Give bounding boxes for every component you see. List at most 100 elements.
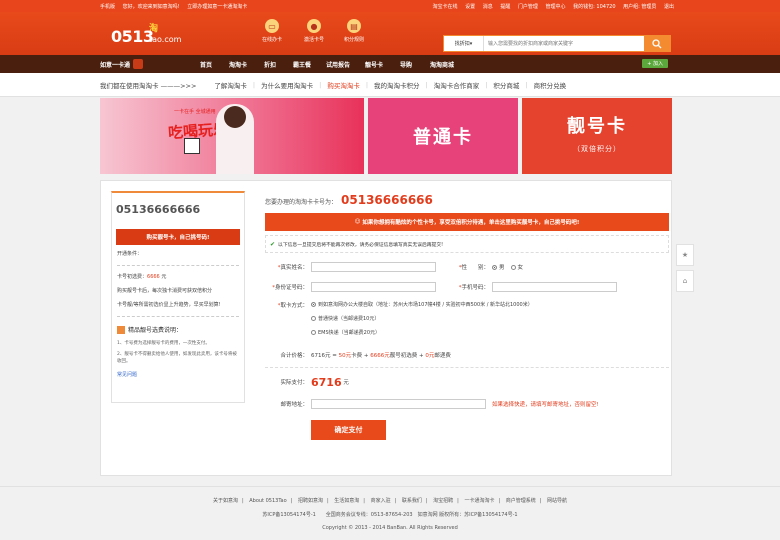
pay-amount: 6716	[311, 375, 342, 389]
sidebar-card-info: 05136666666 购买靓号卡，自己挑号码! 开通条件： 卡号初选费：666…	[111, 191, 245, 403]
topbar-wallet[interactable]: 我的钱包: 104720	[573, 4, 615, 10]
footer-link[interactable]: 生活如意淘	[334, 498, 359, 504]
qr-code-icon	[184, 138, 200, 154]
delivery-ems-radio[interactable]: EMS快递（当邮递费20元）	[311, 326, 533, 340]
faq-link[interactable]: 常见问题	[112, 367, 244, 382]
vip-card-title: 靓号卡	[567, 116, 627, 137]
subnav-item[interactable]: 为什么要用淘淘卡	[261, 80, 313, 90]
site-logo[interactable]: 淘 0513 tao.com	[103, 21, 185, 49]
subnav-item[interactable]: 商积分兑换	[534, 80, 567, 90]
delivery-pickup-radio[interactable]: 到如意淘网办公大楼自取（地址：苏州大市场107幢4楼 / 实验初中西500米 /…	[311, 298, 533, 312]
footer-link[interactable]: 一卡通淘淘卡	[464, 498, 494, 504]
price-line: 卡号初选费：6666 元	[117, 274, 167, 280]
main-nav-item[interactable]: 折扣	[254, 60, 286, 69]
search-category-select[interactable]: 找折扣 ▾	[444, 36, 484, 51]
pay-label: 实际支付：	[280, 380, 308, 386]
favorite-icon[interactable]: ★	[676, 244, 694, 266]
total-breakdown: 6716元 = 50元卡费 + 6666元靓号初选费 + 0元邮递费	[311, 353, 451, 359]
divider	[117, 265, 239, 266]
main-nav-item[interactable]: 淘淘商城	[422, 60, 462, 69]
home-icon[interactable]: ⌂	[676, 270, 694, 292]
header-nav-rules[interactable]: ▤ 积分规则	[344, 19, 364, 43]
confirm-pay-button[interactable]: 确定支付	[311, 420, 386, 440]
topbar-link-reminders[interactable]: 提醒	[500, 4, 510, 10]
footer-link[interactable]: About 0513Tao	[249, 498, 286, 504]
main-nav-item[interactable]: 霸王餐	[286, 60, 318, 69]
logo-domain: tao.com	[149, 35, 182, 44]
order-form: 您要办理的淘淘卡卡号为： 05136666666 ☺ 如果你想拥有酷炫的个性卡号，…	[265, 193, 669, 440]
float-toolbar: ★ ⌂	[676, 244, 694, 296]
search-bar: 找折扣 ▾	[443, 35, 671, 52]
header-nav-label: 积分规则	[344, 37, 365, 43]
vip-card-subtitle: （双倍积分）	[573, 145, 621, 153]
regular-card-banner[interactable]: 普通卡	[368, 98, 518, 174]
vip-promo-link[interactable]: ☺ 如果你想拥有酷炫的个性卡号，享受双倍积分待遇，单击这里购买靓号卡，自己挑号码…	[265, 213, 669, 231]
join-button[interactable]: + 加入	[642, 59, 668, 68]
footer-link[interactable]: 联系我们	[402, 498, 422, 504]
main-nav-item[interactable]: 试用报告	[318, 60, 358, 69]
topbar-link-online[interactable]: 淘宝卡在线	[432, 4, 457, 10]
mobile-link[interactable]: 手机版	[100, 4, 115, 10]
tip-icon: ☺	[354, 219, 363, 225]
apply-card-link[interactable]: 立即办理如意一卡通淘淘卡	[187, 4, 247, 10]
topbar-link-settings[interactable]: 设置	[465, 4, 475, 10]
search-input[interactable]	[484, 36, 644, 51]
topbar-link-portal[interactable]: 门户管理	[518, 4, 538, 10]
subnav-item[interactable]: 积分商城	[493, 80, 519, 90]
address-label: 邮寄地址：	[280, 402, 308, 408]
address-input[interactable]	[311, 399, 486, 409]
delivery-row: *取卡方式： 到如意淘网办公大楼自取（地址：苏州大市场107幢4楼 / 实验初中…	[265, 301, 669, 345]
welcome-text: 您好，欢迎来到如意淘吗!	[122, 3, 180, 10]
promo-banner-main[interactable]: 一卡在手 全城通用 吃喝玩乐	[100, 98, 364, 174]
footer-link[interactable]: 商家入驻	[371, 498, 391, 504]
buy-vip-button[interactable]: 购买靓号卡，自己挑号码!	[116, 229, 240, 245]
main-nav: 如意一卡通 首页 淘淘卡 折扣 霸王餐 试用报告 靓号卡 导购 淘淘商城 + 加…	[0, 55, 780, 73]
rules-icon: ▤	[347, 19, 361, 33]
card-icon: ▭	[265, 19, 279, 33]
main-nav-item[interactable]: 首页	[190, 60, 222, 69]
header-nav-apply[interactable]: ▭ 在线办卡	[262, 19, 282, 43]
footer-link[interactable]: 商户管理系统	[506, 498, 536, 504]
fee-note: 1、卡号费为选择靓号卡的费用，一次性支付。	[117, 341, 210, 346]
id-number-input[interactable]	[311, 282, 436, 292]
vip-card-banner[interactable]: 靓号卡 （双倍积分）	[522, 98, 672, 174]
form-notice: ✔ 以下信息一旦提交后将不能再次修改，请务必保证信息填写真实无误后再提交!	[265, 235, 669, 253]
gender-label: *性 别：	[458, 265, 489, 271]
delivery-label: *取卡方式：	[277, 303, 308, 309]
topbar-left: 手机版 您好，欢迎来到如意淘吗! 立即办理如意一卡通淘淘卡	[100, 3, 253, 10]
subnav-item[interactable]: 了解淘淘卡	[214, 80, 247, 90]
subnav-item-active[interactable]: 购买淘淘卡	[327, 80, 360, 90]
site-footer: 关于如意淘 | About 0513Tao | 招聘如意淘 | 生活如意淘 | 商家入驻…	[0, 486, 780, 540]
phone-label: *手机号码：	[458, 285, 489, 291]
delivery-options: 到如意淘网办公大楼自取（地址：苏州大市场107幢4楼 / 实验初中西500米 /…	[311, 298, 533, 340]
main-nav-brand[interactable]: 如意一卡通	[100, 59, 190, 69]
gender-male-radio[interactable]: 男	[492, 263, 505, 271]
real-name-input[interactable]	[311, 262, 436, 272]
topbar-link-messages[interactable]: 消息	[483, 4, 493, 10]
topbar-usergroup[interactable]: 用户组: 管理员	[623, 4, 656, 10]
footer-link[interactable]: 网站导航	[547, 498, 567, 504]
name-gender-row: *真实姓名： *性 别： 男 女	[265, 261, 669, 273]
gender-female-radio[interactable]: 女	[510, 263, 523, 271]
main-nav-item[interactable]: 导购	[390, 60, 422, 69]
delivery-normal-radio[interactable]: 普通快递（当邮递费10元）	[311, 312, 533, 326]
total-row: 合计价格： 6716元 = 50元卡费 + 6666元靓号初选费 + 0元邮递费	[265, 349, 669, 361]
topbar-logout[interactable]: 退出	[664, 4, 674, 10]
pay-row: 实际支付： 6716 元	[265, 375, 669, 389]
main-nav-item[interactable]: 靓号卡	[358, 60, 390, 69]
trend-line: 卡号靓/等所需初选价显上升趋势，早买早划算!	[117, 302, 221, 308]
footer-link[interactable]: 关于如意淘	[213, 498, 238, 504]
total-label: 合计价格：	[280, 353, 308, 359]
subnav-item[interactable]: 淘淘卡合作商家	[434, 80, 480, 90]
header-nav-activate[interactable]: ● 激活卡号	[304, 19, 324, 43]
phone-input[interactable]	[492, 282, 617, 292]
search-button[interactable]	[644, 36, 670, 51]
footer-link[interactable]: 淘宝招聘	[433, 498, 453, 504]
selected-card-number: 05136666666	[341, 193, 433, 207]
main-nav-item[interactable]: 淘淘卡	[222, 60, 254, 69]
footer-link[interactable]: 招聘如意淘	[298, 498, 323, 504]
top-bar: 手机版 您好，欢迎来到如意淘吗! 立即办理如意一卡通淘淘卡 淘宝卡在线 设置 消…	[0, 0, 780, 12]
check-icon: ✔	[270, 240, 276, 248]
subnav-item[interactable]: 我的淘淘卡积分	[374, 80, 420, 90]
topbar-link-admin[interactable]: 管理中心	[546, 4, 566, 10]
